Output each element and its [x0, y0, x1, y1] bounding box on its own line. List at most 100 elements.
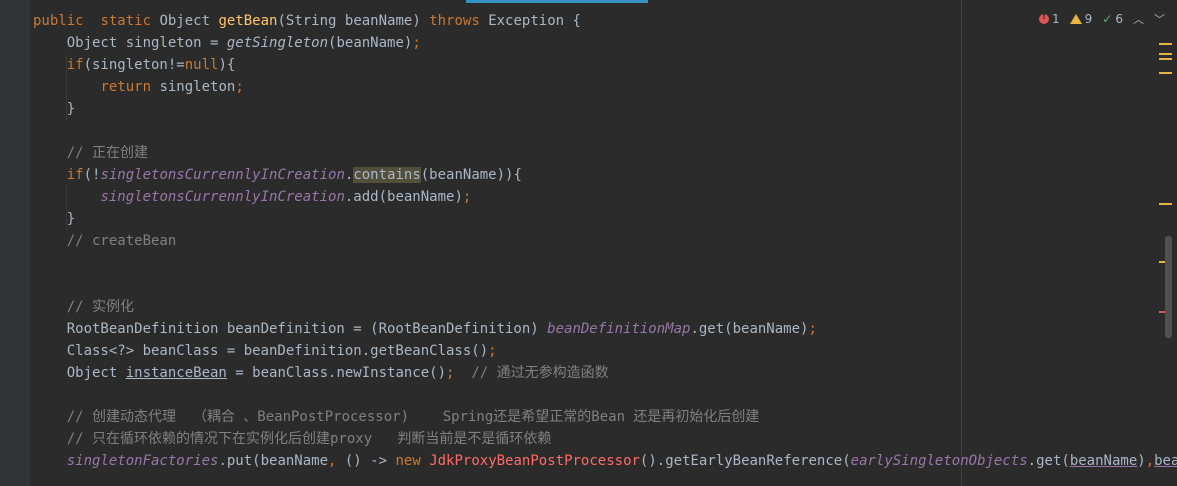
code-token: beanName — [1069, 453, 1138, 469]
warnings-indicator[interactable]: 9 — [1069, 12, 1093, 26]
code-token: if — [66, 57, 84, 73]
warning-marker[interactable] — [1159, 58, 1172, 60]
code-token: .put(beanName — [218, 453, 329, 469]
inspection-widget[interactable]: 1 9 ✓ 6 ︿ ﹀ — [1039, 10, 1165, 28]
code-line[interactable]: Object instanceBean = beanClass.newInsta… — [33, 362, 609, 384]
code-token: } — [33, 101, 76, 117]
code-line[interactable]: } — [33, 208, 75, 230]
code-token: .get( — [1027, 453, 1070, 469]
errors-count: 1 — [1052, 12, 1060, 26]
code-token: RootBeanDefinition beanDefinition = (Roo… — [33, 321, 548, 337]
code-token: // 创建动态代理 （耦合 、BeanPostProcessor) Spring… — [66, 409, 760, 425]
code-token: (beanName)){ — [420, 167, 522, 183]
code-editor[interactable]: public static Object getBean(String bean… — [0, 0, 1177, 486]
code-token: if — [66, 167, 84, 183]
typos-indicator[interactable]: ✓ 6 — [1102, 12, 1123, 26]
code-line[interactable]: } — [33, 98, 75, 120]
code-token: contains — [353, 167, 421, 183]
code-token: = beanClass.newInstance() — [226, 365, 447, 381]
code-token: (beanName) — [328, 35, 413, 51]
errors-indicator[interactable]: 1 — [1039, 12, 1060, 26]
code-token: static — [100, 13, 152, 29]
code-token: beanDefinitionMap — [547, 321, 691, 337]
code-token: throws — [429, 13, 480, 29]
code-line[interactable]: public static Object getBean(String bean… — [33, 10, 581, 32]
code-token: // createBean — [66, 233, 177, 249]
code-token: // 只在循环依赖的情况下在实例化后创建proxy 判断当前是不是循环依赖 — [66, 431, 552, 447]
code-token: ; — [235, 79, 244, 95]
code-token: ; — [412, 35, 421, 51]
code-line[interactable]: // 只在循环依赖的情况下在实例化后创建proxy 判断当前是不是循环依赖 — [33, 428, 552, 450]
code-token: earlySingletonObjects — [850, 453, 1028, 469]
right-margin-guide — [961, 0, 962, 486]
warnings-count: 9 — [1084, 12, 1093, 26]
warning-marker[interactable] — [1159, 53, 1172, 55]
code-token: ().getEarlyBeanReference( — [639, 453, 851, 469]
warning-marker[interactable] — [1159, 72, 1172, 74]
code-token: ; — [462, 189, 472, 205]
code-line[interactable]: // 正在创建 — [33, 142, 148, 164]
typo-check-icon: ✓ — [1102, 12, 1113, 26]
code-token: Exception { — [479, 13, 581, 29]
code-token: singleton — [151, 79, 236, 95]
code-line[interactable]: if(!singletonsCurrennlyInCreation.contai… — [33, 164, 522, 186]
chevron-up-icon[interactable]: ︿ — [1133, 11, 1144, 27]
code-token: null — [184, 57, 219, 73]
code-line[interactable]: // 实例化 — [33, 296, 134, 318]
code-token: ; — [808, 321, 817, 337]
code-token: () -> — [336, 453, 396, 469]
code-line[interactable]: Object singleton = getSingleton(beanName… — [33, 32, 421, 54]
code-token: (! — [83, 167, 101, 183]
code-token: singletonsCurrennlyInCreation — [100, 189, 345, 205]
code-token: singletonsCurrennlyInCreation — [100, 167, 345, 183]
code-token: // 通过无参构造函数 — [471, 365, 609, 381]
code-token: ) — [1137, 453, 1146, 469]
code-line[interactable]: RootBeanDefinition beanDefinition = (Roo… — [33, 318, 817, 340]
code-token: public — [33, 13, 84, 29]
code-token: ){ — [218, 57, 236, 73]
vertical-scrollbar[interactable] — [1165, 236, 1172, 338]
code-token: , — [1145, 453, 1155, 469]
code-token: getSingleton — [226, 35, 329, 51]
code-line[interactable]: singletonsCurrennlyInCreation.add(beanNa… — [33, 186, 471, 208]
code-token: } — [33, 211, 76, 227]
code-token: singletonFactories — [66, 453, 219, 469]
code-token: .get(beanName) — [690, 321, 809, 337]
code-token: return — [100, 79, 152, 95]
warning-icon — [1069, 14, 1082, 24]
warning-marker[interactable] — [1159, 203, 1172, 205]
code-line[interactable]: // 创建动态代理 （耦合 、BeanPostProcessor) Spring… — [33, 406, 760, 428]
code-token: // 正在创建 — [66, 145, 149, 161]
code-token: (String beanName) — [277, 13, 430, 29]
code-token: .add(beanName) — [344, 189, 463, 205]
typos-count: 6 — [1115, 12, 1123, 26]
code-token: new — [395, 453, 421, 469]
code-line[interactable]: if(singleton!=null){ — [33, 54, 236, 76]
code-line[interactable]: // createBean — [33, 230, 177, 252]
code-token: getBean — [218, 13, 278, 29]
code-line[interactable]: singletonFactories.put(beanName, () -> n… — [33, 450, 1177, 472]
code-token: JdkProxyBeanPostProcessor — [429, 453, 640, 469]
code-token: ; — [488, 343, 497, 359]
chevron-down-icon[interactable]: ﹀ — [1154, 11, 1165, 27]
code-token: Object singleton = — [33, 35, 227, 51]
progress-indicator — [466, 0, 648, 3]
code-token: (singleton!= — [83, 57, 185, 73]
code-line[interactable]: Class<?> beanClass = beanDefinition.getB… — [33, 340, 497, 362]
warning-marker[interactable] — [1159, 43, 1172, 45]
code-line[interactable]: return singleton; — [33, 76, 244, 98]
editor-gutter[interactable] — [0, 0, 30, 486]
code-token: instanceBean — [125, 365, 227, 381]
